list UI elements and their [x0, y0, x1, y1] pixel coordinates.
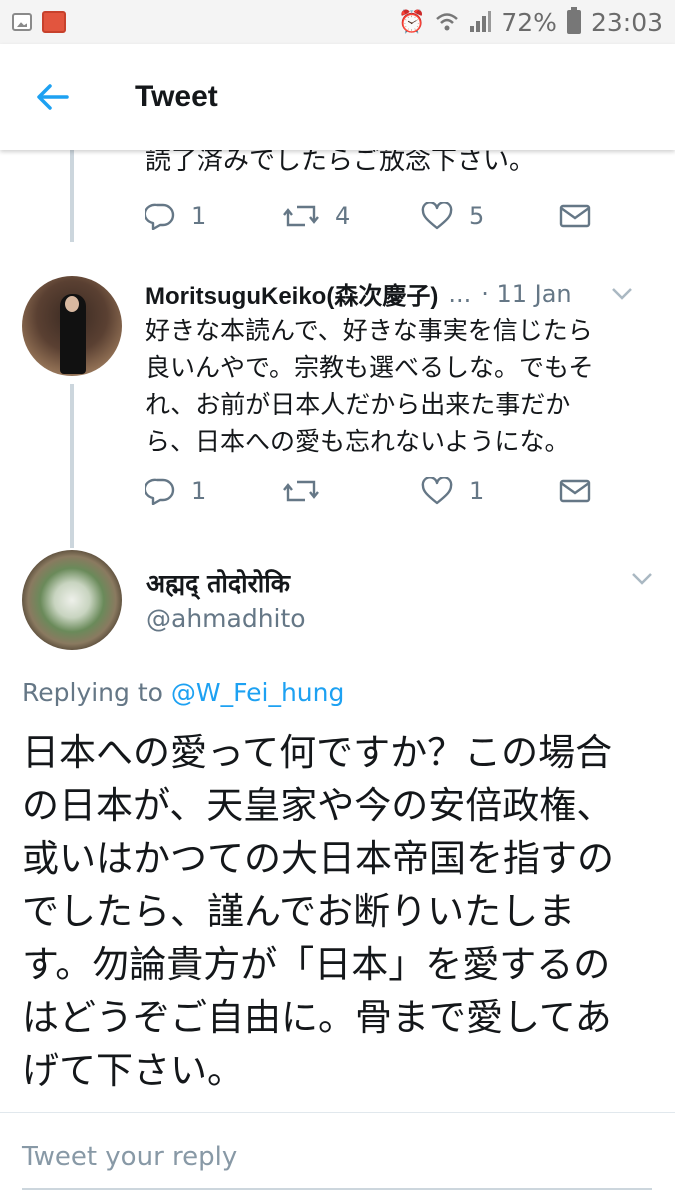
gallery-icon	[12, 13, 32, 31]
reply-input-underline	[22, 1188, 652, 1190]
page-title: Tweet	[135, 80, 218, 113]
tweet-line: ら、日本への愛も忘れないようにな。	[145, 427, 570, 456]
direct-message-button[interactable]	[559, 203, 675, 229]
retweet-icon	[283, 480, 319, 502]
wifi-icon	[436, 13, 459, 31]
retweet-button[interactable]: 4	[283, 202, 421, 230]
heart-icon	[421, 202, 453, 230]
tweet-line: の日本が、天皇家や今の安倍政権、	[22, 784, 614, 827]
clock-time: 23:03	[590, 7, 663, 37]
reply-input[interactable]: Tweet your reply	[22, 1142, 237, 1172]
thread-line	[70, 384, 74, 548]
chevron-down-icon[interactable]	[631, 572, 653, 586]
author-handle[interactable]: @ahmadhito	[146, 604, 306, 633]
reply-icon	[145, 203, 175, 230]
envelope-icon	[559, 204, 591, 228]
retweet-count: 4	[335, 202, 351, 230]
retweet-icon	[283, 205, 319, 227]
battery-icon	[566, 7, 581, 34]
tweet-line: す。勿論貴方が「日本」を愛するの	[22, 943, 611, 986]
reply-button[interactable]: 1	[145, 477, 283, 505]
tweet-line: 好きな本読んで、好きな事実を信じたら	[145, 316, 593, 345]
direct-message-button[interactable]	[559, 478, 675, 504]
retweet-button[interactable]	[283, 478, 421, 504]
tweet-line: 日本への愛って何ですか？この場合	[22, 731, 613, 774]
back-arrow-icon[interactable]	[28, 72, 78, 122]
name-ellipsis: ...	[448, 279, 472, 308]
battery-percent: 72%	[501, 7, 557, 37]
replying-to: Replying to @W_Fei_hung	[22, 678, 344, 707]
like-count: 1	[469, 477, 485, 505]
tweet-date: · 11 Jan	[481, 279, 572, 308]
author-name[interactable]: MoritsuguKeiko(森次慶子)	[145, 276, 438, 311]
envelope-icon	[559, 479, 591, 503]
tweet-line: 或いはかつての大日本帝国を指すの	[22, 837, 614, 880]
app-bar: Tweet	[0, 44, 675, 150]
replying-prefix: Replying to	[22, 678, 163, 707]
tweet-line: 良いんやで。宗教も選べるしな。でもそ	[145, 353, 594, 382]
tweet-header: MoritsuguKeiko(森次慶子) ... · 11 Jan	[145, 276, 655, 311]
avatar[interactable]	[22, 276, 122, 376]
reply-count: 1	[191, 477, 207, 505]
like-button[interactable]: 1	[421, 477, 559, 505]
like-count: 5	[469, 202, 485, 230]
heart-icon	[421, 477, 453, 505]
reply-tweet-text: 好きな本読んで、好きな事実を信じたら 良いんやで。宗教も選べるしな。でもそ れ、…	[145, 312, 645, 460]
reply-button[interactable]: 1	[145, 202, 283, 230]
author-name[interactable]: अह्मद् तोदोरोकि	[146, 566, 290, 600]
like-button[interactable]: 5	[421, 202, 559, 230]
signal-icon	[470, 11, 492, 32]
reply-icon	[145, 478, 175, 505]
tweet-line: げて下さい。	[22, 1049, 244, 1092]
replying-to-link[interactable]: @W_Fei_hung	[171, 678, 344, 707]
reply-count: 1	[191, 202, 207, 230]
tweet-line: はどうぞご自由に。骨まで愛してあ	[22, 996, 612, 1039]
main-tweet-text: 日本への愛って何ですか？この場合 の日本が、天皇家や今の安倍政権、 或いはかつて…	[22, 726, 662, 1097]
thread-line	[70, 150, 74, 242]
avatar[interactable]	[22, 550, 122, 650]
chevron-down-icon[interactable]	[611, 287, 633, 301]
camera-icon	[42, 11, 66, 33]
reply-tweet-actions: 1 1	[145, 471, 675, 511]
divider	[0, 1112, 675, 1113]
alarm-icon: ⏰	[397, 9, 426, 35]
status-bar: ⏰ 72% 23:03	[0, 0, 675, 44]
tweet-line: でしたら、謹んでお断りいたしま	[22, 890, 576, 933]
previous-tweet-actions: 1 4 5	[145, 196, 675, 236]
tweet-line: れ、お前が日本人だから出来た事だか	[145, 390, 571, 419]
